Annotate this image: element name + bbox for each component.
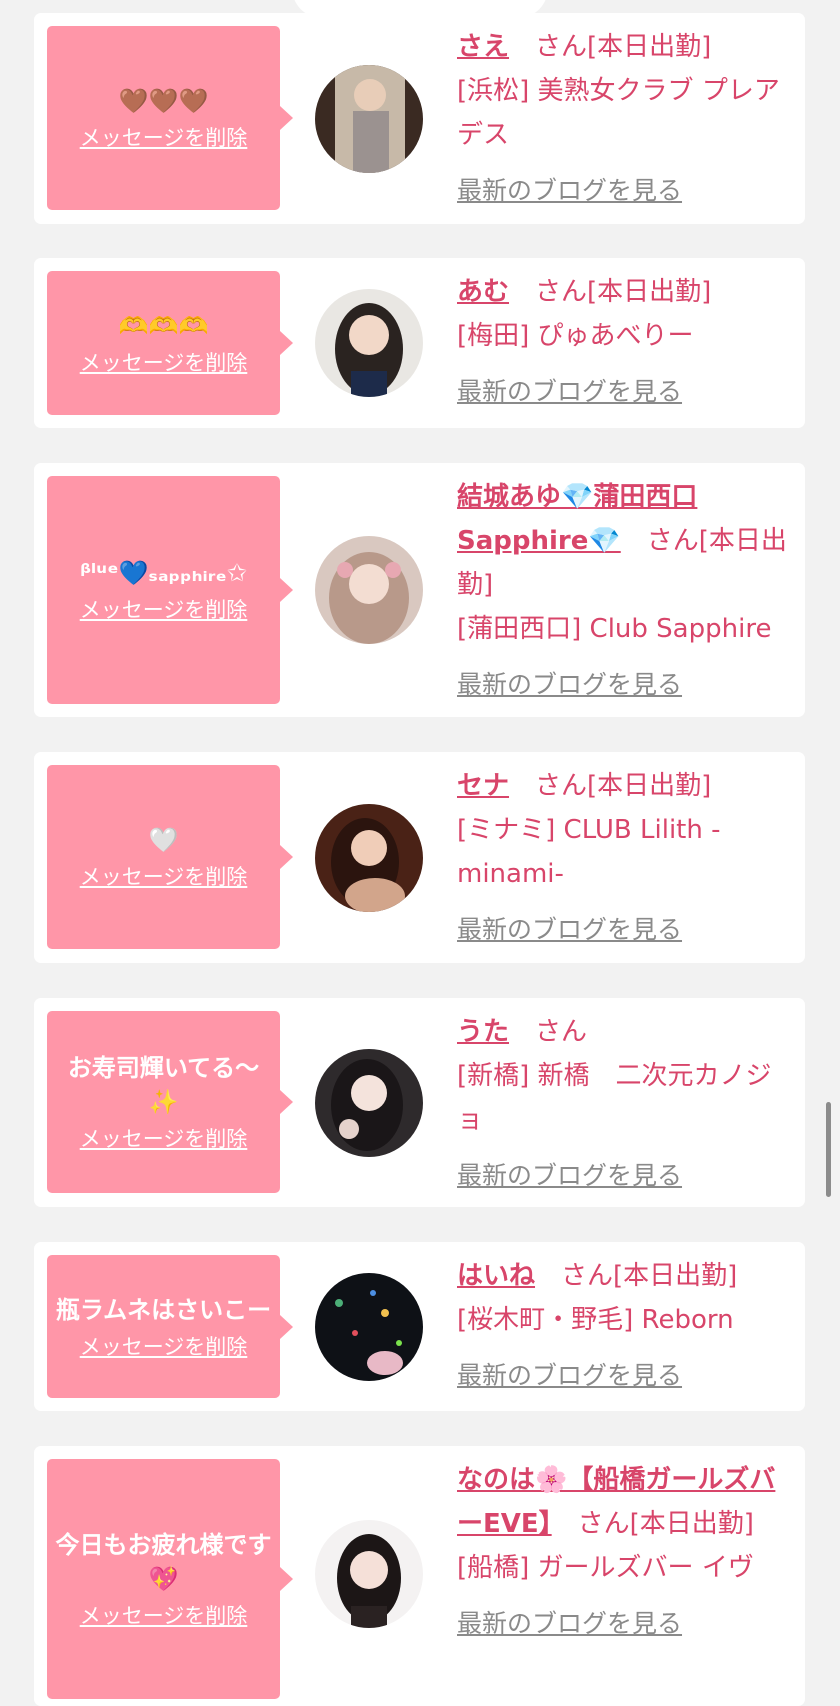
delete-message-link[interactable]: メッセージを削除 [80, 1600, 248, 1630]
shop-name: [梅田] ぴゅあべりー [457, 321, 694, 351]
girl-status: さん[本日出勤] [509, 32, 712, 62]
view-blog-link[interactable]: 最新のブログを見る [457, 1602, 682, 1646]
delete-message-link[interactable]: メッセージを削除 [80, 594, 248, 624]
delete-message-link[interactable]: メッセージを削除 [80, 861, 248, 891]
girl-name-link[interactable]: はいね [457, 1261, 535, 1291]
avatar[interactable] [315, 65, 423, 173]
message-card: お寿司輝いてる〜✨ メッセージを削除 うた さん [新橋] 新橋 二次元カノジョ… [34, 998, 805, 1207]
message-text: 🫶🫶🫶 [118, 312, 209, 340]
girl-info: 結城あゆ💎蒲田西口Sapphire💎 さん[本日出勤] [蒲田西口] Club … [457, 475, 795, 707]
avatar[interactable] [315, 536, 423, 644]
message-card: 🤎🤎🤎 メッセージを削除 さえ さん[本日出勤] [浜松] 美熟女クラブ プレア… [34, 13, 805, 224]
girl-status: さん[本日出勤] [551, 1509, 754, 1539]
avatar[interactable] [315, 289, 423, 397]
message-bubble: お寿司輝いてる〜✨ メッセージを削除 [47, 1011, 293, 1193]
shop-name: [桜木町・野毛] Reborn [457, 1305, 734, 1335]
delete-message-link[interactable]: メッセージを削除 [80, 122, 248, 152]
message-card: ᵝˡᵘᵉ💙ₛₐₚₚₕᵢᵣₑ✩ メッセージを削除 結城あゆ💎蒲田西口Sapphir… [34, 463, 805, 717]
message-card: 🫶🫶🫶 メッセージを削除 あむ さん[本日出勤] [梅田] ぴゅあべりー 最新の… [34, 258, 805, 428]
scrollbar[interactable] [826, 1102, 831, 1197]
avatar[interactable] [315, 1049, 423, 1157]
message-text: ᵝˡᵘᵉ💙ₛₐₚₚₕᵢᵣₑ✩ [80, 559, 247, 587]
view-blog-link[interactable]: 最新のブログを見る [457, 370, 682, 414]
shop-name: [浜松] 美熟女クラブ プレアデス [457, 76, 780, 150]
girl-status: さん[本日出勤] [509, 277, 712, 307]
view-blog-link[interactable]: 最新のブログを見る [457, 908, 682, 952]
girl-name-link[interactable]: あむ [457, 277, 509, 307]
message-card: 🤍 メッセージを削除 セナ さん[本日出勤] [ミナミ] CLUB Lilith… [34, 752, 805, 963]
delete-message-link[interactable]: メッセージを削除 [80, 1331, 248, 1361]
girl-info: セナ さん[本日出勤] [ミナミ] CLUB Lilith -minami- 最… [457, 764, 795, 952]
message-text: 🤎🤎🤎 [118, 87, 209, 115]
message-text: お寿司輝いてる〜✨ [67, 1054, 260, 1116]
shop-name: [新橋] 新橋 二次元カノジョ [457, 1061, 772, 1135]
girl-status: さん [509, 1017, 588, 1047]
girl-name-link[interactable]: うた [457, 1017, 509, 1047]
message-bubble: 🤎🤎🤎 メッセージを削除 [47, 26, 293, 210]
avatar[interactable] [315, 1273, 423, 1381]
girl-info: なのは🌸【船橋ガールズバーEVE】 さん[本日出勤] [船橋] ガールズバー イ… [457, 1458, 795, 1646]
girl-info: はいね さん[本日出勤] [桜木町・野毛] Reborn 最新のブログを見る [457, 1254, 795, 1398]
message-text: 🤍 [148, 826, 179, 854]
message-text: 瓶ラムネはさいこー [55, 1295, 272, 1324]
avatar[interactable] [315, 804, 423, 912]
message-card: 瓶ラムネはさいこー メッセージを削除 はいね さん[本日出勤] [桜木町・野毛]… [34, 1242, 805, 1411]
view-blog-link[interactable]: 最新のブログを見る [457, 1154, 682, 1198]
shop-name: [船橋] ガールズバー イヴ [457, 1553, 754, 1583]
view-blog-link[interactable]: 最新のブログを見る [457, 663, 682, 707]
message-bubble: 瓶ラムネはさいこー メッセージを削除 [47, 1255, 293, 1398]
girl-name-link[interactable]: さえ [457, 32, 509, 62]
message-text: 今日もお疲れ様です💖 [55, 1531, 272, 1593]
girl-info: うた さん [新橋] 新橋 二次元カノジョ 最新のブログを見る [457, 1010, 795, 1198]
girl-info: あむ さん[本日出勤] [梅田] ぴゅあべりー 最新のブログを見る [457, 270, 795, 414]
message-bubble: 🤍 メッセージを削除 [47, 765, 293, 949]
message-card: 今日もお疲れ様です💖 メッセージを削除 なのは🌸【船橋ガールズバーEVE】 さん… [34, 1446, 805, 1706]
message-bubble: ᵝˡᵘᵉ💙ₛₐₚₚₕᵢᵣₑ✩ メッセージを削除 [47, 476, 293, 704]
shop-name: [ミナミ] CLUB Lilith -minami- [457, 815, 721, 889]
delete-message-link[interactable]: メッセージを削除 [80, 1123, 248, 1153]
girl-info: さえ さん[本日出勤] [浜松] 美熟女クラブ プレアデス 最新のブログを見る [457, 25, 795, 213]
girl-status: さん[本日出勤] [509, 771, 712, 801]
shop-name: [蒲田西口] Club Sapphire [457, 614, 772, 644]
girl-name-link[interactable]: セナ [457, 771, 509, 801]
girl-status: さん[本日出勤] [535, 1261, 738, 1291]
delete-message-link[interactable]: メッセージを削除 [80, 347, 248, 377]
view-blog-link[interactable]: 最新のブログを見る [457, 169, 682, 213]
message-bubble: 🫶🫶🫶 メッセージを削除 [47, 271, 293, 415]
message-bubble: 今日もお疲れ様です💖 メッセージを削除 [47, 1459, 293, 1699]
avatar[interactable] [315, 1520, 423, 1628]
view-blog-link[interactable]: 最新のブログを見る [457, 1354, 682, 1398]
